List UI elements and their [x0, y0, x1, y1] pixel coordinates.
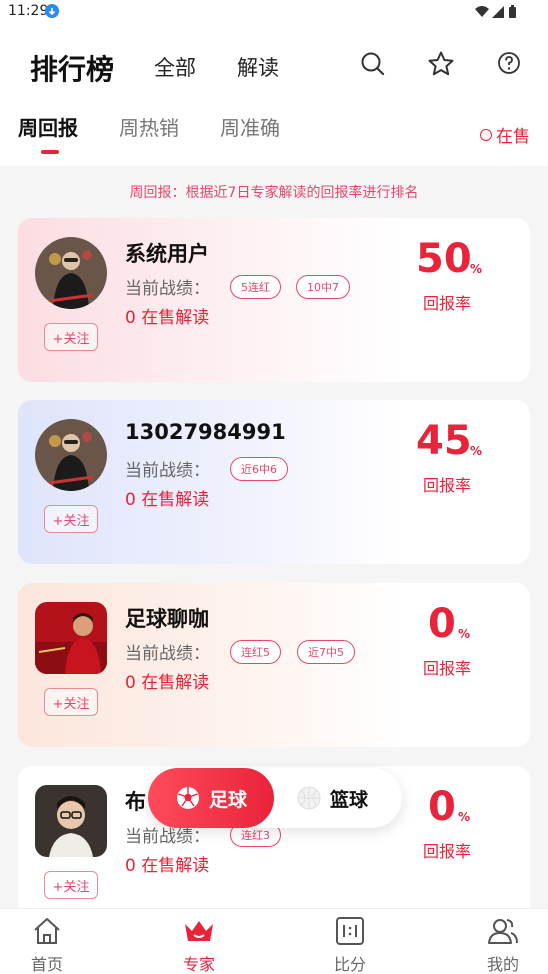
- basketball-toggle-button[interactable]: 篮球: [296, 768, 402, 828]
- record-label: 当前战绩：: [125, 279, 210, 299]
- status-bar: 11:29: [0, 0, 548, 26]
- ranking-notice: 周回报：根据近7日专家解读的回报率进行排名: [129, 185, 419, 201]
- status-time: 11:29: [8, 3, 49, 19]
- home-icon: [34, 918, 60, 944]
- return-rate-label: 回报率: [423, 294, 472, 313]
- avatar[interactable]: [35, 785, 107, 857]
- nav-home[interactable]: 首页: [0, 909, 97, 974]
- download-icon: [45, 4, 59, 18]
- bottom-nav: 首页 专家 比分 我的: [0, 908, 548, 974]
- percent-sign: %: [458, 810, 471, 824]
- wifi-icon: [475, 6, 489, 17]
- nav-profile[interactable]: 我的: [453, 909, 548, 974]
- help-icon[interactable]: [496, 50, 524, 78]
- expert-card[interactable]: +关注 13027984991 当前战绩： 近6中6 0 在售解读 45 % 回…: [18, 400, 530, 564]
- subtab-weekly-return[interactable]: 周回报: [18, 112, 78, 141]
- subtab-weekly-accuracy[interactable]: 周准确: [220, 112, 280, 141]
- record-badge: 10中7: [296, 275, 350, 299]
- basketball-label: 篮球: [330, 788, 369, 811]
- expert-name: 13027984991: [125, 420, 286, 444]
- star-icon[interactable]: [427, 50, 455, 78]
- avatar[interactable]: [35, 237, 107, 309]
- subtab-weekly-hot[interactable]: 周热销: [119, 112, 179, 141]
- follow-button[interactable]: +关注: [44, 323, 98, 351]
- return-rate-label: 回报率: [423, 476, 472, 495]
- record-label: 当前战绩：: [125, 461, 210, 481]
- return-rate-value: 0: [428, 784, 456, 830]
- record-label: 当前战绩：: [125, 644, 210, 664]
- football-icon: [176, 787, 199, 809]
- return-rate-label: 回报率: [423, 842, 472, 861]
- on-sale-count: 0 在售解读: [125, 856, 210, 876]
- expert-card[interactable]: +关注 系统用户 当前战绩： 5连红 10中7 0 在售解读 50 % 回报率: [18, 218, 530, 382]
- percent-sign: %: [458, 627, 471, 641]
- percent-sign: %: [470, 262, 483, 276]
- scoreboard-icon: [336, 917, 364, 945]
- follow-button[interactable]: +关注: [44, 688, 98, 716]
- nav-scores[interactable]: 比分: [300, 909, 400, 974]
- follow-button[interactable]: +关注: [44, 871, 98, 899]
- expert-name: 布: [125, 790, 146, 814]
- on-sale-filter[interactable]: 在售: [480, 122, 530, 147]
- active-tab-indicator: [41, 150, 59, 154]
- on-sale-count: 0 在售解读: [125, 673, 210, 693]
- sport-toggle: 足球 篮球: [148, 768, 402, 828]
- signal-icon: [492, 6, 504, 18]
- avatar[interactable]: [35, 419, 107, 491]
- record-badge: 近6中6: [230, 457, 288, 481]
- battery-icon: [509, 5, 516, 18]
- record-badge: 5连红: [230, 275, 281, 299]
- return-rate-value: 0: [428, 601, 456, 647]
- crown-icon: [185, 921, 213, 941]
- football-toggle-button[interactable]: 足球: [148, 768, 274, 828]
- nav-experts[interactable]: 专家: [149, 909, 249, 974]
- return-rate-value: 50: [416, 236, 472, 282]
- return-rate-label: 回报率: [423, 659, 472, 678]
- on-sale-count: 0 在售解读: [125, 490, 210, 510]
- nav-experts-label: 专家: [182, 955, 215, 974]
- status-icons: [474, 4, 524, 23]
- expert-name: 足球聊咖: [125, 607, 209, 631]
- expert-name: 系统用户: [125, 242, 209, 266]
- basketball-icon: [297, 786, 321, 810]
- search-icon[interactable]: [359, 50, 387, 78]
- record-badge: 连红5: [230, 640, 281, 664]
- user-icon: [488, 919, 518, 944]
- nav-home-label: 首页: [30, 955, 63, 974]
- record-badge: 近7中5: [297, 640, 355, 664]
- radio-circle-icon: [480, 128, 492, 141]
- return-rate-value: 45: [416, 418, 472, 464]
- header: 排行榜 全部 解读: [0, 40, 548, 92]
- top-area: 11:29 排行榜 全部 解读 周回报 周热销 周准确 在售: [0, 0, 548, 166]
- nav-profile-label: 我的: [486, 955, 519, 974]
- on-sale-count: 0 在售解读: [125, 308, 210, 328]
- avatar[interactable]: [35, 602, 107, 674]
- percent-sign: %: [470, 444, 483, 458]
- football-label: 足球: [208, 788, 247, 811]
- nav-scores-label: 比分: [333, 955, 366, 974]
- on-sale-filter-label: 在售: [496, 127, 530, 147]
- follow-button[interactable]: +关注: [44, 505, 98, 533]
- page-title: 排行榜: [30, 53, 115, 86]
- ranking-subtabs: 周回报 周热销 周准确 在售: [0, 108, 548, 164]
- tab-analysis[interactable]: 解读: [237, 52, 279, 82]
- tab-all[interactable]: 全部: [154, 52, 196, 82]
- expert-card[interactable]: +关注 足球聊咖 当前战绩： 连红5 近7中5 0 在售解读 0 % 回报率: [18, 583, 530, 747]
